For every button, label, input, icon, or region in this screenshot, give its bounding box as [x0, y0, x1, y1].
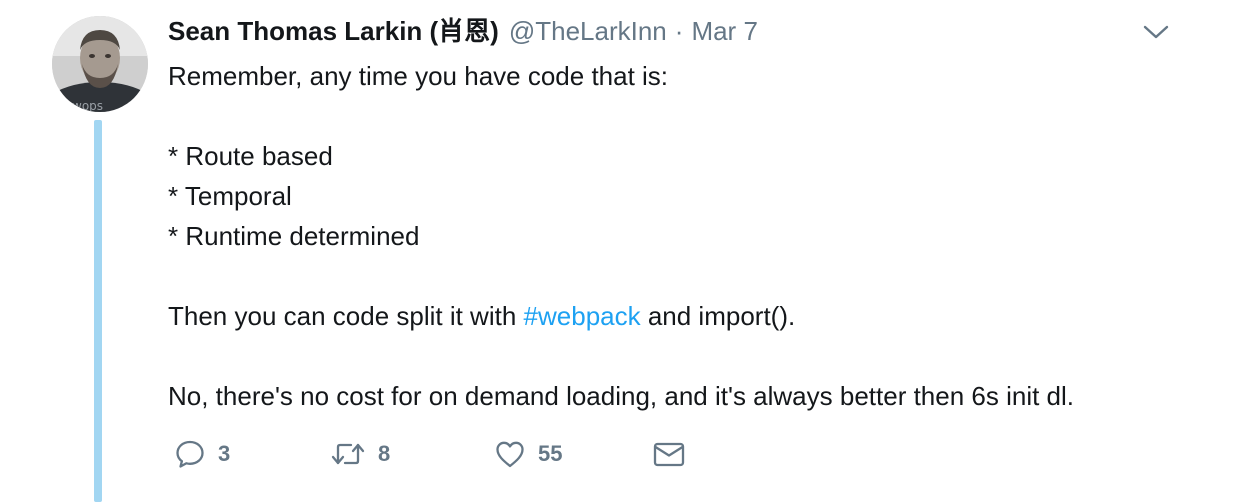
tweet-line: [168, 96, 1208, 136]
reply-count: 3: [218, 441, 231, 466]
retweet-count: 8: [378, 441, 391, 466]
tweet-line: [168, 256, 1208, 296]
retweet-button[interactable]: 8: [330, 434, 390, 474]
tweet-line-text: Then you can code split it with: [168, 301, 524, 331]
chevron-down-icon: [1143, 25, 1169, 39]
tweet-line-text: and import().: [640, 301, 796, 331]
tweet-line: No, there's no cost for on demand loadin…: [168, 381, 1075, 411]
retweet-icon: [331, 443, 365, 465]
reply-button[interactable]: 3: [174, 434, 230, 474]
reply-icon: [176, 440, 204, 468]
like-button[interactable]: 55: [494, 434, 562, 474]
tweet-line: [168, 336, 1208, 376]
thread-line: [94, 120, 102, 502]
tweet-header: Sean Thomas Larkin (肖恩) @TheLarkInn · Ma…: [168, 14, 758, 48]
author-fullname[interactable]: Sean Thomas Larkin (肖恩): [168, 14, 499, 48]
avatar-image: wops: [52, 16, 148, 112]
tweet-line: Remember, any time you have code that is…: [168, 61, 669, 91]
header-separator: ·: [674, 16, 684, 46]
tweet-line: * Temporal: [168, 181, 292, 211]
hashtag-link[interactable]: #webpack: [524, 301, 641, 331]
heart-icon: [496, 441, 524, 468]
avatar[interactable]: wops: [52, 16, 148, 112]
tweet-line: * Route based: [168, 141, 333, 171]
envelope-icon: [653, 442, 685, 467]
author-username[interactable]: @TheLarkInn: [509, 14, 667, 48]
tweet-text: Remember, any time you have code that is…: [168, 56, 1208, 416]
tweet-timestamp[interactable]: Mar 7: [691, 14, 757, 48]
more-options-button[interactable]: [1142, 22, 1170, 42]
like-count: 55: [538, 441, 563, 466]
svg-text:wops: wops: [72, 99, 103, 112]
tweet-line: * Runtime determined: [168, 221, 420, 251]
direct-message-button[interactable]: [652, 434, 686, 474]
tweet-line: Then you can code split it with #webpack…: [168, 296, 1208, 336]
tweet: wops Sean Thomas Larkin (肖恩) @TheLarkInn…: [0, 0, 1240, 502]
